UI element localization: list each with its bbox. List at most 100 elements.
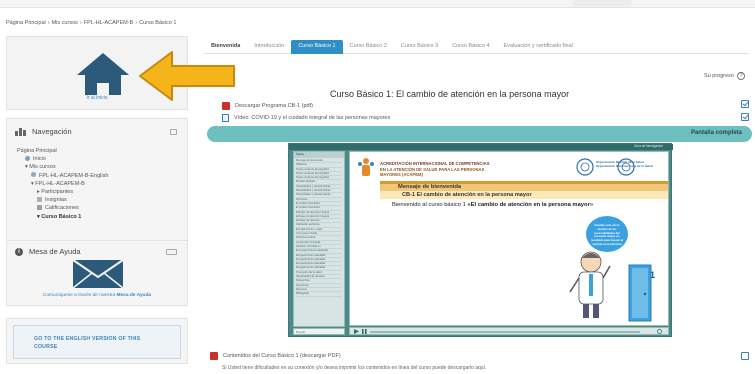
help-question-icon[interactable]: ? xyxy=(737,72,745,80)
help-block: i Mesa de Ayuda Comuníquese a través de … xyxy=(6,240,188,306)
nav-item-participants[interactable]: ▸ Participantes xyxy=(15,188,108,196)
home-icon[interactable] xyxy=(73,51,133,97)
tab-curso-basico-2[interactable]: Curso Básico 2 xyxy=(343,40,394,54)
nav-item-course-english[interactable]: FPL-HL-ACAPEM-B-English xyxy=(15,172,108,180)
breadcrumb-my-courses[interactable]: Mis cursos xyxy=(52,20,78,26)
toc-search-input[interactable]: Buscar xyxy=(293,328,345,335)
arrow-annotation-icon xyxy=(139,51,235,101)
progress-indicator: Su progreso ? xyxy=(704,72,745,80)
nav-item-label: Curso Básico 1 xyxy=(41,213,82,220)
nav-item-label: Calificaciones xyxy=(45,205,79,212)
door-icon xyxy=(628,264,652,322)
sitemap-icon xyxy=(15,128,26,136)
acred-line3: MAYORES (ACAPEM) xyxy=(380,172,423,177)
acred-line1: ACREDITACIÓN INTERNACIONAL DE COMPETENCI… xyxy=(380,161,490,166)
completion-checkbox[interactable] xyxy=(741,352,749,360)
english-version-box[interactable]: GO TO THE ENGLISH VERSION OF THIS COURSE xyxy=(13,325,181,359)
envelope-icon[interactable] xyxy=(72,259,124,289)
nav-item-course[interactable]: ▾ FPL-HL-ACAPEM-B xyxy=(15,180,108,188)
acred-title: ACREDITACIÓN INTERNACIONAL DE COMPETENCI… xyxy=(380,161,489,178)
activity-video[interactable]: Vídeo: COVID-19 y el cuidado integral de… xyxy=(222,114,390,122)
tab-curso-basico-3[interactable]: Curso Básico 3 xyxy=(394,40,445,54)
nav-item-badges[interactable]: Insignias xyxy=(15,196,108,204)
welcome-message: Bienvenido al curso básico 1 «El cambio … xyxy=(392,202,593,208)
nav-item-label: Insignias xyxy=(45,197,67,204)
help-header: i Mesa de Ayuda xyxy=(15,247,81,256)
course-player[interactable]: Guía de Navegación Índice Mensaje de bie… xyxy=(288,143,673,337)
oms-line2: Organización Panamericana de la Salud xyxy=(596,164,653,168)
activity-label[interactable]: Vídeo: COVID-19 y el cuidado integral de… xyxy=(234,115,390,121)
fullscreen-bar[interactable]: Pantalla completa xyxy=(207,126,752,142)
breadcrumb-current: Curso Básico 1 xyxy=(139,20,177,26)
toc-item[interactable]: Bibliografía xyxy=(296,292,342,297)
play-icon[interactable] xyxy=(354,329,359,334)
nav-item-inicio[interactable]: Inicio xyxy=(15,155,108,163)
toc-items: Mensaje de bienvenida Objetivos Nuevo cont… xyxy=(294,158,344,298)
nav-item-label: Inicio xyxy=(33,156,46,163)
badge-icon xyxy=(37,196,42,202)
course-tabs: Bienvenida Introducción Curso Básico 1 C… xyxy=(204,40,749,54)
nav-item-current-course[interactable]: ▾ Curso Básico 1 xyxy=(15,213,108,221)
topbar-pill xyxy=(572,0,632,6)
breadcrumb-home[interactable]: Página Principal xyxy=(6,20,46,26)
tab-bienvenida[interactable]: Bienvenida xyxy=(204,40,247,54)
doctor-illustration-icon xyxy=(569,251,611,318)
acapem-logo-icon xyxy=(358,158,374,176)
welcome-title: Mensaje de bienvenida xyxy=(380,184,668,191)
slide-header: ACREDITACIÓN INTERNACIONAL DE COMPETENCI… xyxy=(350,152,668,182)
completion-checkbox[interactable] xyxy=(741,113,749,121)
activity-contents-pdf[interactable]: Contenidos del Curso Básico 1 (descargar… xyxy=(210,352,341,360)
tab-curso-basico-1[interactable]: Curso Básico 1 xyxy=(291,40,343,54)
course-title: Curso Básico 1: El cambio de atención en… xyxy=(330,89,570,99)
fullscreen-label[interactable]: Pantalla completa xyxy=(691,130,742,136)
welcome-message-bold: «El cambio de atención en la persona may… xyxy=(467,202,594,208)
player-seek-bar[interactable] xyxy=(370,331,640,333)
help-collapse-icon[interactable] xyxy=(166,249,177,255)
download-note: Si Usted tiene dificultades en su conexi… xyxy=(222,365,487,371)
tab-evaluacion[interactable]: Evaluación y certificado final xyxy=(497,40,580,54)
nav-item-label: Participantes xyxy=(41,189,74,196)
pause-icon[interactable] xyxy=(362,329,367,334)
grades-icon xyxy=(37,204,42,210)
english-version-block: GO TO THE ENGLISH VERSION OF THIS COURSE xyxy=(6,318,188,364)
player-settings-icon[interactable] xyxy=(657,329,662,334)
navigation-title: Navegación xyxy=(32,127,72,136)
tab-curso-basico-4[interactable]: Curso Básico 4 xyxy=(445,40,496,54)
navigation-list: Página Principal Inicio ▾ Mis cursos FPL… xyxy=(15,147,108,221)
speech-bubble: Cuando este curso termine de las persona… xyxy=(586,216,628,252)
nav-item-label: FPL-HL-ACAPEM-B xyxy=(35,180,85,187)
info-icon: i xyxy=(15,247,23,256)
breadcrumb: Página Principal › Mis cursos › FPL-HL-ACAPE… xyxy=(6,20,178,26)
navigation-guide-label[interactable]: Guía de Navegación xyxy=(634,144,663,148)
breadcrumb-sep: › xyxy=(47,20,50,26)
english-version-line1: GO TO THE ENGLISH VERSION OF THIS xyxy=(34,336,141,342)
nav-item-label: Mis cursos xyxy=(29,164,56,171)
completion-checkbox[interactable] xyxy=(741,100,749,108)
activity-label[interactable]: Descargar Programa CB-1 (pdf) xyxy=(235,103,313,109)
browser-topbar xyxy=(0,0,755,8)
breadcrumb-course[interactable]: FPL-HL-ACAPEM-B xyxy=(84,20,134,26)
progress-label: Su progreso xyxy=(704,73,734,79)
breadcrumb-sep: › xyxy=(135,20,138,26)
player-top-bar: Guía de Navegación xyxy=(289,144,673,150)
nav-item-label: FPL-HL-ACAPEM-B-English xyxy=(39,172,109,179)
activity-download-program[interactable]: Descargar Programa CB-1 (pdf) xyxy=(222,102,313,110)
english-version-link[interactable]: GO TO THE ENGLISH VERSION OF THIS COURSE xyxy=(34,336,184,351)
help-text[interactable]: Comuníquese a través de nuestra Mesa de … xyxy=(7,293,187,298)
document-icon xyxy=(222,114,229,122)
home-small-icon xyxy=(25,155,30,161)
nav-item-home-page[interactable]: Página Principal xyxy=(15,147,108,155)
navigation-header: Navegación xyxy=(15,127,72,136)
navigation-collapse-icon[interactable] xyxy=(170,129,177,135)
welcome-message-prefix: Bienvenido al curso básico 1 xyxy=(392,202,468,208)
help-title: Mesa de Ayuda xyxy=(29,247,81,256)
pdf-icon xyxy=(210,352,218,360)
activity-label[interactable]: Contenidos del Curso Básico 1 (descargar… xyxy=(223,353,341,359)
help-desk-link[interactable]: Mesa de Ayuda xyxy=(117,293,152,298)
who-paho-text: Organización Mundial de la Salud Organiz… xyxy=(596,160,653,168)
nav-item-grades[interactable]: Calificaciones xyxy=(15,204,108,212)
tab-introduccion[interactable]: Introducción xyxy=(247,40,291,54)
welcome-subtitle: CB-1 El cambio de atención en la persona… xyxy=(380,191,668,199)
english-version-line2: COURSE xyxy=(34,343,58,350)
nav-item-my-courses[interactable]: ▾ Mis cursos xyxy=(15,163,108,171)
